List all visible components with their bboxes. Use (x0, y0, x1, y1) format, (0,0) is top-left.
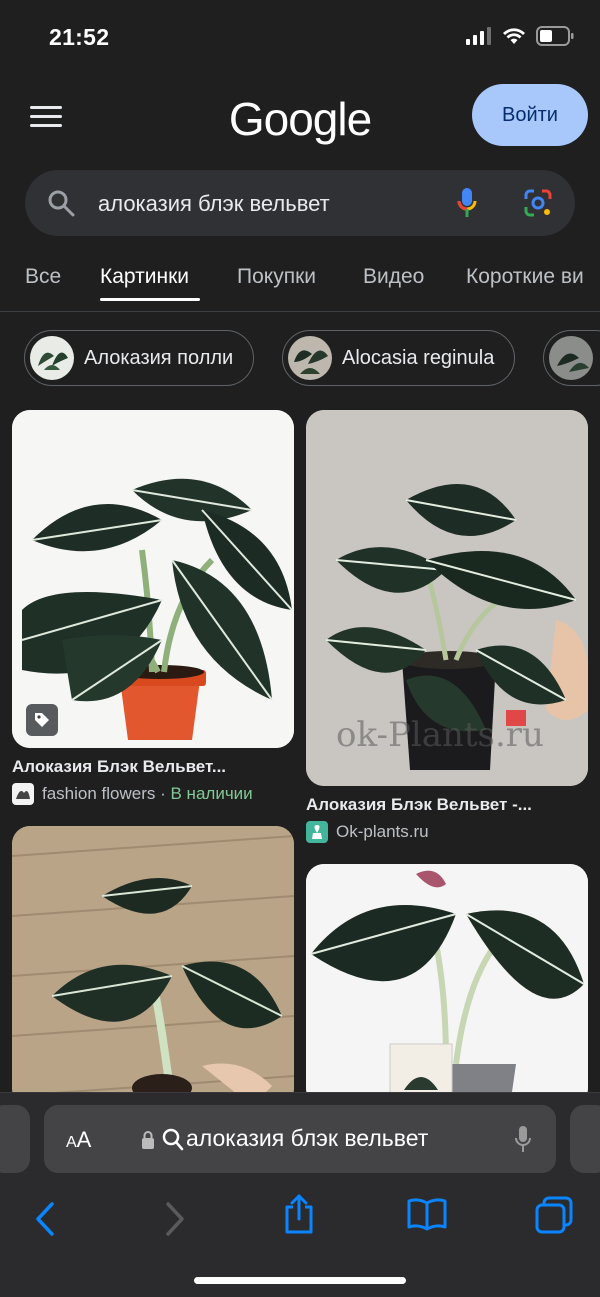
lock-icon (142, 1131, 154, 1149)
tab-shopping[interactable]: Покупки (237, 265, 316, 289)
chip-label: Alocasia reginula (342, 346, 495, 369)
bookmarks-icon[interactable] (406, 1197, 448, 1231)
result-title[interactable]: Алоказия Блэк Вельвет... (12, 757, 294, 777)
chip-alocasia-reginula[interactable]: Alocasia reginula (282, 330, 516, 386)
status-time: 21:52 (49, 24, 110, 50)
source-favicon (12, 783, 34, 805)
result-source: fashion flowers (42, 784, 156, 803)
active-tab-indicator (100, 298, 200, 301)
availability-badge: В наличии (170, 784, 253, 803)
chip-alocasia-polly[interactable]: Алоказия полли (24, 330, 255, 386)
google-lens-icon[interactable] (523, 188, 553, 218)
chip-thumbnail (288, 336, 332, 380)
voice-search-icon[interactable] (457, 187, 477, 219)
tab-shorts[interactable]: Короткие ви (466, 265, 584, 289)
image-result[interactable]: Алоказия Блэк Вельвет... fashion flowers… (12, 410, 294, 805)
search-box[interactable]: алоказия блэк вельвет (25, 170, 575, 236)
tab-images[interactable]: Картинки (100, 265, 189, 289)
search-icon (48, 190, 75, 217)
image-result[interactable]: ok-Plants.ru Алоказия Блэк Вельвет -... … (306, 410, 588, 843)
chip-thumbnail (30, 336, 74, 380)
search-icon (162, 1128, 184, 1151)
search-input[interactable]: алоказия блэк вельвет (98, 191, 330, 217)
home-indicator (194, 1277, 406, 1284)
forward-icon[interactable] (164, 1201, 186, 1237)
next-tab-preview[interactable] (570, 1105, 600, 1173)
result-image[interactable]: ok-Plants.ru (306, 410, 588, 786)
previous-tab-preview[interactable] (0, 1105, 30, 1173)
tag-icon (26, 704, 58, 736)
tabs-icon[interactable] (534, 1195, 574, 1235)
result-title[interactable]: Алоказия Блэк Вельвет -... (306, 795, 588, 815)
google-header: Google Войти (0, 76, 600, 160)
chip-thumbnail (549, 336, 593, 380)
image-watermark: ok-Plants.ru (336, 715, 544, 755)
chip-more[interactable] (543, 330, 600, 386)
wifi-icon (503, 28, 525, 44)
address-bar[interactable]: AA алоказия блэк вельвет (44, 1105, 556, 1173)
image-result[interactable] (306, 864, 588, 1106)
result-image[interactable] (12, 826, 294, 1106)
share-icon[interactable] (282, 1193, 316, 1235)
microphone-icon[interactable] (514, 1125, 532, 1155)
text-size-button[interactable]: AA (66, 1127, 91, 1153)
safari-toolbar: AA алоказия блэк вельвет (0, 1092, 600, 1297)
battery-icon (536, 26, 574, 46)
search-tabs: Все Картинки Покупки Видео Короткие ви (0, 258, 600, 312)
signal-icon (466, 27, 491, 45)
image-result[interactable] (12, 826, 294, 1106)
signin-button[interactable]: Войти (472, 84, 588, 146)
address-text[interactable]: алоказия блэк вельвет (186, 1125, 428, 1152)
chip-label: Алоказия полли (84, 346, 234, 369)
result-image[interactable] (12, 410, 294, 748)
related-chips: Алоказия полли Alocasia reginula (0, 330, 600, 386)
source-favicon (306, 821, 328, 843)
result-source: Ok-plants.ru (336, 822, 429, 841)
result-image[interactable] (306, 864, 588, 1106)
status-bar: 21:52 (0, 0, 600, 76)
back-icon[interactable] (34, 1201, 56, 1237)
tab-videos[interactable]: Видео (363, 265, 424, 289)
tab-all[interactable]: Все (25, 265, 61, 289)
source-separator: · (155, 784, 171, 803)
